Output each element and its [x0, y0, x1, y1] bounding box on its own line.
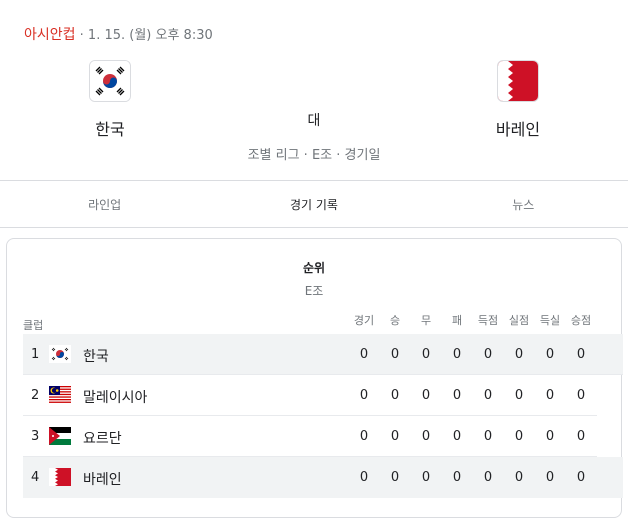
south-korea-flag-icon: [49, 345, 71, 363]
stat-played: 0: [359, 388, 369, 403]
tournament-link[interactable]: 아시안컵: [24, 27, 76, 43]
team-name: 말레이시아: [83, 390, 148, 406]
table-row[interactable]: 2 말레이시아 0 0 0 0 0 0 0 0: [23, 375, 597, 416]
match-datetime: · 1. 15. (월) 오후 8:30: [75, 28, 213, 43]
col-header-goal-diff: 득실: [539, 314, 561, 327]
stat-draws: 0: [421, 429, 431, 444]
match-tabs: 라인업 경기 기록 뉴스: [0, 180, 628, 228]
col-header-points: 승점: [570, 314, 592, 327]
stat-draws: 0: [421, 347, 431, 362]
stat-points: 0: [576, 388, 586, 403]
standings-card: 순위 E조 클럽 경기 승 무 패 득점 실점 득실 승점 1 한국 0 0 0…: [6, 238, 623, 518]
stat-losses: 0: [452, 429, 462, 444]
bahrain-flag-icon: [497, 60, 539, 102]
rank: 1: [31, 347, 40, 362]
stat-goals-for: 0: [483, 388, 493, 403]
tab-match-stats[interactable]: 경기 기록: [209, 181, 418, 227]
stat-goals-for: 0: [483, 347, 493, 362]
match-header: 아시안컵 · 1. 15. (월) 오후 8:30: [24, 24, 213, 44]
stat-wins: 0: [390, 429, 400, 444]
stat-points: 0: [576, 429, 586, 444]
col-header-losses: 패: [451, 314, 463, 327]
malaysia-flag-icon: [49, 386, 71, 404]
stat-points: 0: [576, 347, 586, 362]
jordan-flag-icon: [49, 427, 71, 445]
stat-wins: 0: [390, 347, 400, 362]
match-stage: 조별 리그 · E조 · 경기일: [247, 148, 381, 163]
stat-played: 0: [359, 429, 369, 444]
stat-goals-against: 0: [514, 429, 524, 444]
stat-goal-diff: 0: [545, 347, 555, 362]
south-korea-flag-icon: [89, 60, 131, 102]
stat-played: 0: [359, 347, 369, 362]
stat-draws: 0: [421, 388, 431, 403]
col-header-goals-for: 득점: [477, 314, 499, 327]
stat-goal-diff: 0: [545, 388, 555, 403]
rank: 2: [31, 388, 40, 403]
stat-goals-for: 0: [483, 429, 493, 444]
stat-goals-for: 0: [483, 470, 493, 485]
stat-losses: 0: [452, 470, 462, 485]
stat-goal-diff: 0: [545, 470, 555, 485]
rank: 3: [31, 429, 40, 444]
stat-goals-against: 0: [514, 347, 524, 362]
tab-news[interactable]: 뉴스: [419, 181, 628, 227]
standings-title: 순위: [302, 261, 326, 275]
col-header-goals-against: 실점: [508, 314, 530, 327]
stat-points: 0: [576, 470, 586, 485]
team-name: 한국: [83, 349, 109, 365]
stat-draws: 0: [421, 470, 431, 485]
team-name: 요르단: [83, 431, 122, 447]
table-row[interactable]: 4 바레인 0 0 0 0 0 0 0 0: [23, 457, 623, 498]
stat-losses: 0: [452, 388, 462, 403]
stat-goal-diff: 0: [545, 429, 555, 444]
col-header-played: 경기: [353, 314, 375, 327]
stat-goals-against: 0: [514, 388, 524, 403]
stat-wins: 0: [390, 388, 400, 403]
bahrain-flag-icon: [49, 468, 71, 486]
col-header-draws: 무: [420, 314, 432, 327]
table-row[interactable]: 3 요르단 0 0 0 0 0 0 0 0: [23, 416, 597, 457]
col-header-wins: 승: [389, 314, 401, 327]
stat-wins: 0: [390, 470, 400, 485]
standings-group: E조: [304, 284, 324, 298]
away-team[interactable]: 바레인: [473, 60, 563, 140]
rank: 4: [31, 470, 40, 485]
stat-played: 0: [359, 470, 369, 485]
table-row[interactable]: 1 한국 0 0 0 0 0 0 0 0: [23, 334, 623, 375]
stat-goals-against: 0: [514, 470, 524, 485]
away-team-name: 바레인: [495, 120, 541, 139]
club-column-header: 클럽: [23, 319, 44, 332]
team-name: 바레인: [83, 472, 122, 488]
stat-losses: 0: [452, 347, 462, 362]
tab-lineup[interactable]: 라인업: [0, 181, 209, 227]
